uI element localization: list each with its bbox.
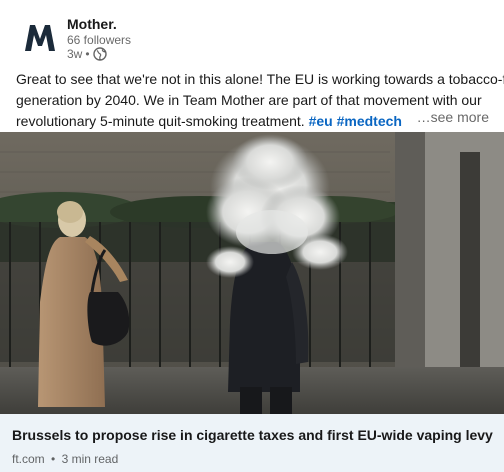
article-meta-separator: • bbox=[51, 452, 56, 466]
company-name[interactable]: Mother. bbox=[67, 15, 117, 33]
see-more-button[interactable]: …see more bbox=[410, 107, 489, 128]
article-link-preview[interactable]: Brussels to propose rise in cigarette ta… bbox=[0, 414, 504, 472]
company-logo[interactable] bbox=[16, 14, 64, 62]
post-meta: 3w • bbox=[67, 46, 107, 62]
globe-icon bbox=[92, 47, 107, 61]
feed-post-card: Mother. 66 followers 3w • Great to see t… bbox=[0, 0, 504, 472]
post-text-line-1: Great to see that we're not in this alon… bbox=[16, 71, 504, 87]
article-photo bbox=[0, 132, 504, 414]
article-image[interactable] bbox=[0, 132, 504, 414]
article-source: ft.com bbox=[12, 452, 45, 466]
post-time: 3w bbox=[67, 47, 83, 61]
article-read-time: 3 min read bbox=[61, 452, 119, 466]
company-logo-mark bbox=[25, 25, 55, 51]
post-text-line-3-text: revolutionary 5-minute quit-smoking trea… bbox=[16, 113, 305, 129]
hashtag-medtech[interactable]: #medtech bbox=[337, 113, 402, 129]
article-meta: ft.com • 3 min read bbox=[12, 451, 118, 467]
post-header: Mother. 66 followers 3w • bbox=[0, 0, 504, 66]
article-title[interactable]: Brussels to propose rise in cigarette ta… bbox=[12, 426, 493, 444]
meta-separator: • bbox=[85, 47, 90, 61]
hashtag-eu[interactable]: #eu bbox=[309, 113, 333, 129]
